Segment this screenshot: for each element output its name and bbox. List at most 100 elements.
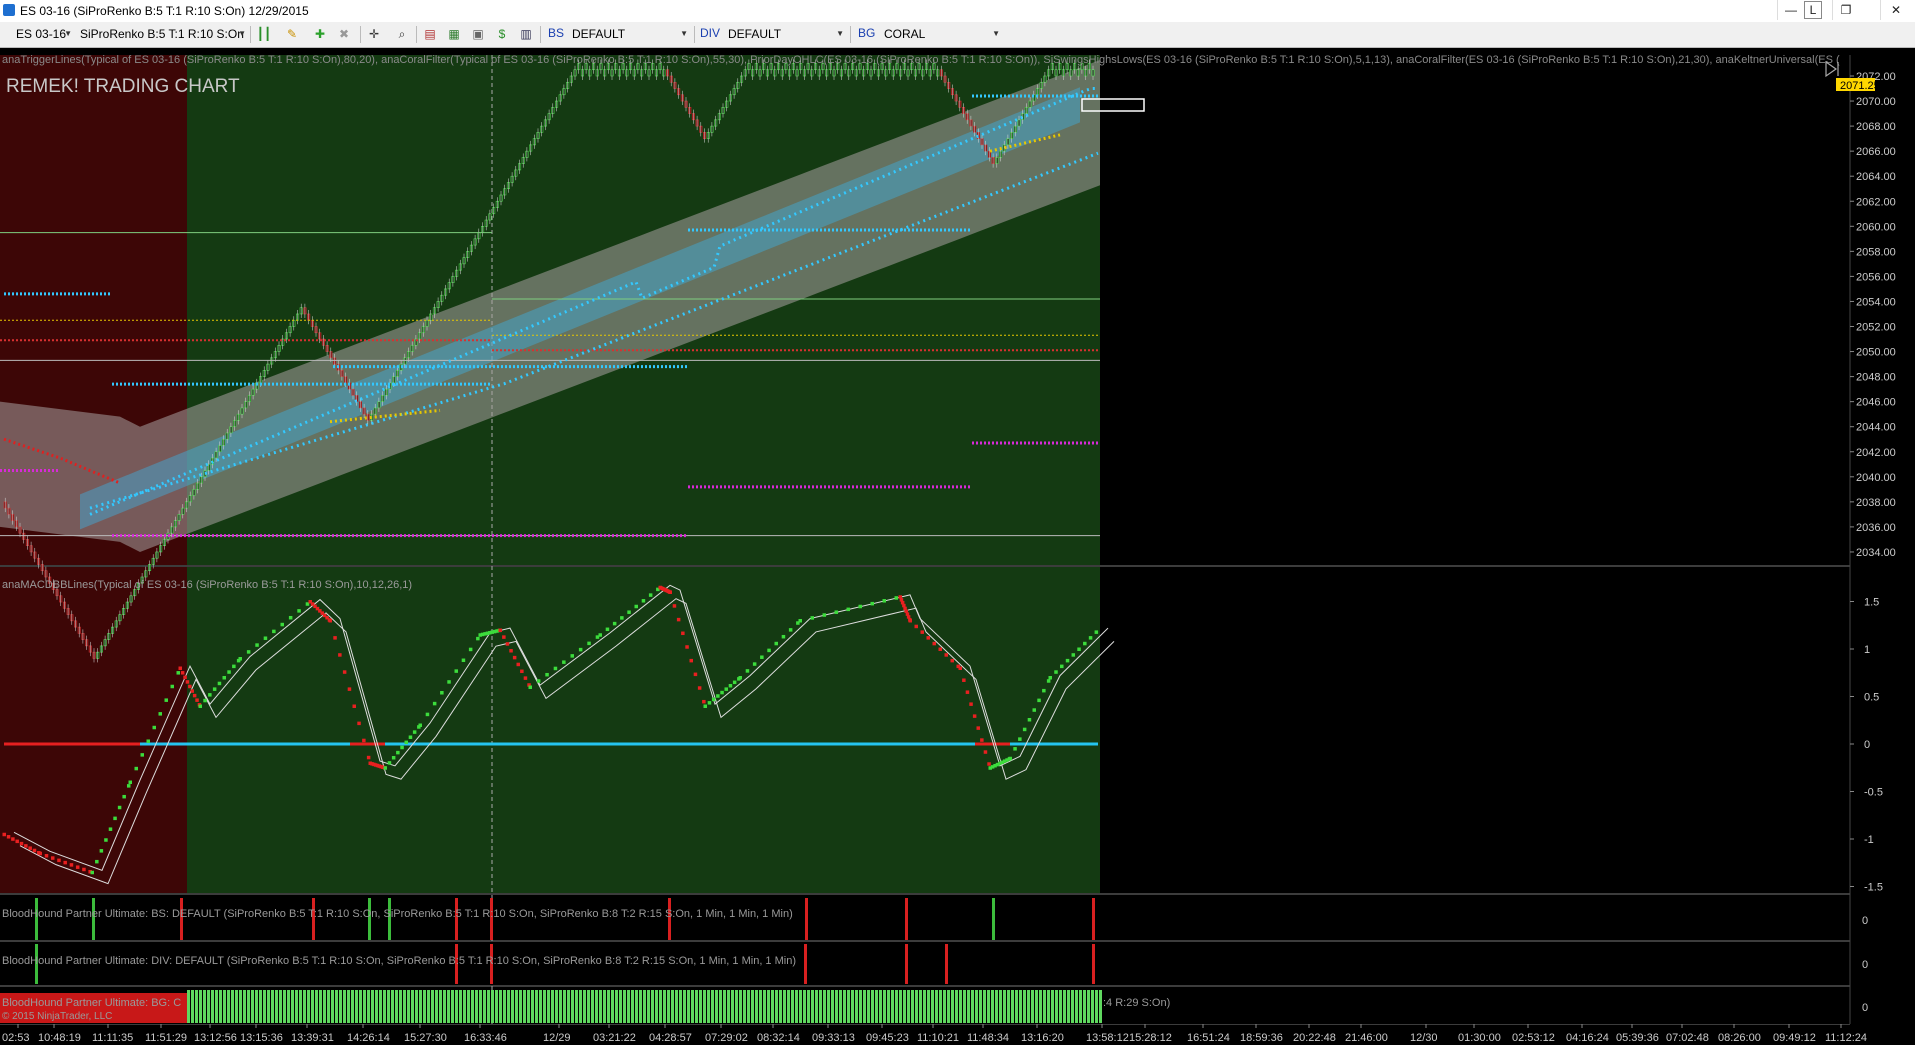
macd-dot xyxy=(668,590,672,594)
bar-type-select[interactable]: SiProRenko B:5 T:1 R:10 S:On ▼ xyxy=(76,25,250,43)
bg-histogram-bar xyxy=(863,990,866,1023)
bar-style-icon[interactable]: ┃┃ xyxy=(256,26,272,42)
time-tick-label: 08:32:14 xyxy=(757,1032,800,1044)
macd-dot xyxy=(50,856,55,860)
macd-dot xyxy=(1032,708,1036,712)
bg-histogram-bar xyxy=(503,990,506,1023)
div-select[interactable]: DEFAULT ▼ xyxy=(724,25,848,43)
bg-histogram-bar xyxy=(907,990,910,1023)
macd-dot xyxy=(528,685,532,689)
bg-histogram-bar xyxy=(587,990,590,1023)
bg-histogram-bar xyxy=(1043,990,1046,1023)
minimize-button[interactable]: — xyxy=(1777,0,1804,20)
bg-histogram-bar xyxy=(1063,990,1066,1023)
macd-dot xyxy=(11,837,15,841)
pencil-icon[interactable]: ✎ xyxy=(284,26,300,42)
bg-histogram-bar xyxy=(1099,990,1102,1023)
time-tick-label: 11:11:35 xyxy=(92,1032,133,1044)
bg-histogram-bar xyxy=(191,990,194,1023)
bg-histogram-bar xyxy=(667,990,670,1023)
bg-histogram-bar xyxy=(455,990,458,1023)
bg-histogram-bar xyxy=(687,990,690,1023)
template-icon[interactable]: ▣ xyxy=(470,26,486,42)
time-tick-label: 09:33:13 xyxy=(812,1032,855,1044)
bg-histogram-bar xyxy=(639,990,642,1023)
add-indicator-icon[interactable]: ✚ xyxy=(312,26,328,42)
bg-value: CORAL xyxy=(884,27,926,41)
bg-histogram-bar xyxy=(403,990,406,1023)
bg-histogram-bar xyxy=(443,990,446,1023)
macd-dot xyxy=(810,616,814,620)
macd-dot xyxy=(272,629,276,634)
bg-histogram-bar xyxy=(339,990,342,1023)
macd-dot xyxy=(440,691,444,695)
bg-histogram-bar xyxy=(995,990,998,1023)
data-box-icon[interactable]: ▥ xyxy=(518,26,534,42)
toolbar-divider xyxy=(250,26,251,43)
bg-histogram-bar xyxy=(211,990,214,1023)
bg-histogram-bar xyxy=(983,990,986,1023)
macd-dot xyxy=(404,740,408,745)
bg-select[interactable]: CORAL ▼ xyxy=(880,25,1004,43)
bs-label: BS xyxy=(548,26,565,40)
instrument-select[interactable]: ES 03-16 ▼ xyxy=(12,25,76,43)
bg-histogram-bar xyxy=(771,990,774,1023)
macd-dot xyxy=(104,838,108,842)
dollar-icon[interactable]: $ xyxy=(494,26,510,42)
bg-histogram-bar xyxy=(239,990,242,1023)
macd-dot xyxy=(146,739,150,743)
bg-histogram-bar xyxy=(231,990,234,1023)
properties-icon[interactable]: ▤ xyxy=(422,26,438,42)
bg-histogram-bar xyxy=(719,990,722,1023)
bg-histogram-bar xyxy=(415,990,418,1023)
bg-histogram-bar xyxy=(347,990,350,1023)
macd-tick-label: 0 xyxy=(1864,739,1870,751)
bg-histogram-bar xyxy=(891,990,894,1023)
bg-histogram-bar xyxy=(395,990,398,1023)
bg-histogram-bar xyxy=(419,990,422,1023)
price-tick-label: 2054.00 xyxy=(1856,296,1896,308)
bg-histogram-bar xyxy=(195,990,198,1023)
bg-histogram-bar xyxy=(643,990,646,1023)
time-tick-label: 14:26:14 xyxy=(347,1032,390,1044)
crosshair-icon[interactable]: ✛ xyxy=(366,26,382,42)
red-session-bg xyxy=(0,567,187,893)
bg-histogram-bar xyxy=(199,990,202,1023)
div-label: DIV xyxy=(700,26,721,40)
bs-select[interactable]: DEFAULT ▼ xyxy=(568,25,692,43)
div-value: DEFAULT xyxy=(728,27,782,41)
bg-histogram-bar xyxy=(295,990,298,1023)
bg-histogram-bar xyxy=(387,990,390,1023)
bg-histogram-bar xyxy=(935,990,938,1023)
bg-histogram-bar xyxy=(915,990,918,1023)
macd-dot xyxy=(152,725,156,730)
bg-histogram-bar xyxy=(515,990,518,1023)
macd-dot xyxy=(976,726,980,730)
macd-dot xyxy=(391,755,396,760)
macd-dot xyxy=(255,643,259,647)
remove-indicator-icon[interactable]: ✖ xyxy=(336,26,352,42)
price-tick-label: 2038.00 xyxy=(1856,497,1896,509)
chart-canvas[interactable]: 2072.002070.002068.002066.002064.002062.… xyxy=(0,47,1915,1045)
price-tick-label: 2040.00 xyxy=(1856,472,1896,484)
macd-dot xyxy=(958,666,962,670)
bg-histogram-bar xyxy=(747,990,750,1023)
time-tick-label: 11:48:34 xyxy=(967,1032,1009,1044)
bg-histogram-bar xyxy=(407,990,410,1023)
close-button[interactable]: ✕ xyxy=(1880,0,1911,20)
link-button[interactable]: L xyxy=(1804,1,1822,19)
macd-dot xyxy=(1046,679,1051,683)
macd-dot xyxy=(882,599,886,603)
title-bar: ES 03-16 (SiProRenko B:5 T:1 R:10 S:On) … xyxy=(0,0,1915,23)
macd-dot xyxy=(208,693,212,697)
bs-signal-bar xyxy=(1092,898,1095,940)
strategy-icon[interactable]: ▦ xyxy=(446,26,462,42)
bg-histogram-bar xyxy=(575,990,578,1023)
macd-dot xyxy=(509,649,513,653)
bg-histogram-bar xyxy=(615,990,618,1023)
zoom-icon[interactable]: ⌕ xyxy=(394,26,410,42)
bg-histogram-bar xyxy=(583,990,586,1023)
restore-button[interactable]: ❐ xyxy=(1832,0,1859,20)
time-tick-label: 02:53:12 xyxy=(1512,1032,1555,1044)
macd-dot xyxy=(180,671,185,675)
